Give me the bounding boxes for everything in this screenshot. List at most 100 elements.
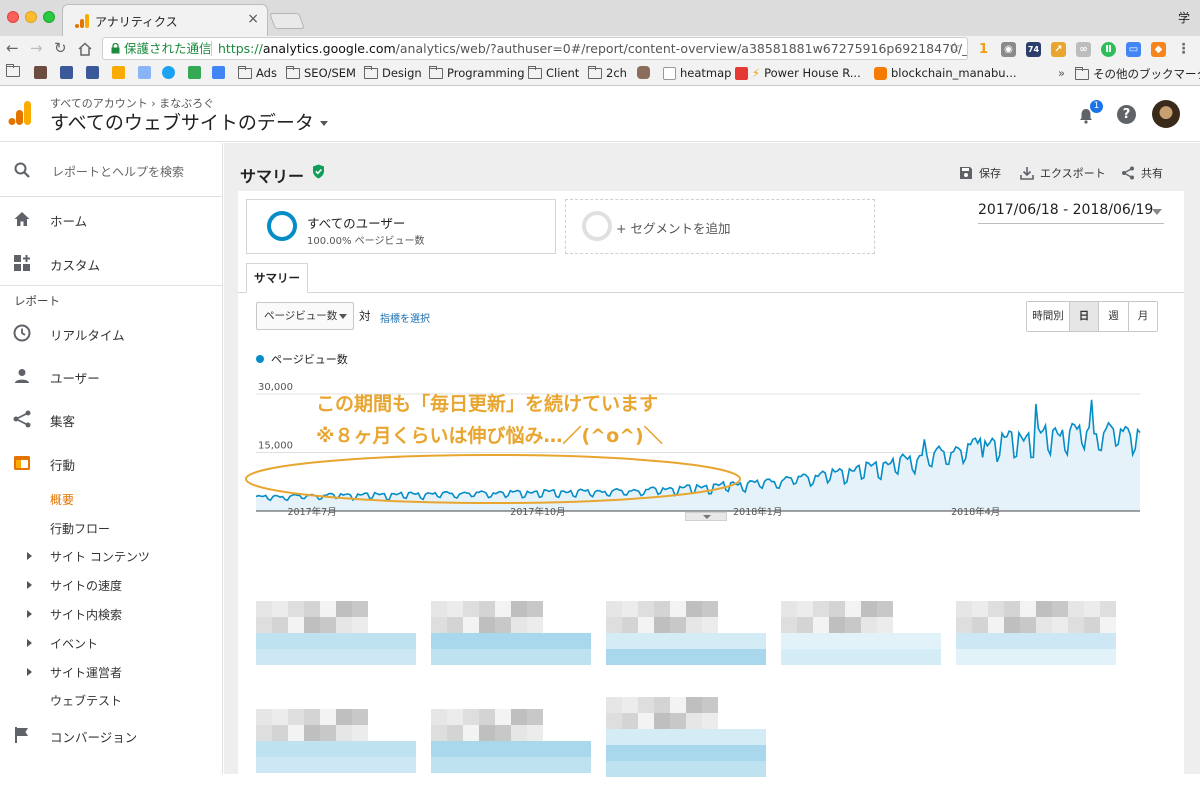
report-title: サマリー (240, 167, 305, 186)
sidebar-subitem-site-search[interactable]: サイト内検索 (50, 606, 122, 623)
sidebar-subitem-publisher[interactable]: サイト運営者 (50, 664, 122, 681)
link-extension-icon[interactable]: ∞ (1076, 41, 1091, 57)
expand-triangle-icon[interactable] (27, 610, 32, 618)
granularity-week[interactable]: 週 (1098, 302, 1128, 331)
segment-all-users[interactable]: すべてのユーザー 100.00% ページビュー数 (246, 199, 556, 254)
bookmark-star-icon[interactable]: ☆ (948, 38, 961, 59)
sidebar-item-audience[interactable]: ユーザー (0, 356, 222, 396)
bookmark-instagram-icon[interactable] (637, 66, 650, 79)
sidebar-search[interactable]: レポートとヘルプを検索 (0, 143, 222, 197)
share-button[interactable]: 共有 (1121, 165, 1163, 181)
bookmark-folder-client[interactable]: Client (528, 65, 579, 80)
blur-pixel (272, 649, 288, 665)
sidebar-item-custom[interactable]: カスタム (0, 243, 222, 283)
forward-arrow-icon[interactable]: → (30, 39, 43, 57)
date-range-picker[interactable]: 2017/06/18 - 2018/06/19 (978, 202, 1164, 224)
blur-pixel (702, 729, 718, 745)
window-extension-icon[interactable]: ▭ (1126, 41, 1141, 57)
bookmark-facebook-icon[interactable] (60, 66, 73, 79)
x-tick-label: 2017年10月 (510, 506, 565, 516)
sidebar-item-behavior[interactable]: 行動 (0, 443, 222, 483)
reload-icon[interactable]: ↻ (54, 39, 67, 57)
blur-pixel (622, 601, 638, 617)
property-name: すべてのウェブサイトのデータ (50, 112, 314, 134)
bookmark-apps-icon[interactable] (6, 64, 20, 77)
pageviews-chart[interactable]: 30,000 15,000 2017年7月 2017年10月 2018年1月 2018年4… (238, 366, 1184, 516)
chart-collapse-handle[interactable] (685, 512, 727, 521)
menu-icon[interactable]: ⋮ (1176, 41, 1191, 57)
help-icon[interactable]: ? (1117, 105, 1136, 124)
close-window-button[interactable] (7, 11, 19, 23)
expand-triangle-icon[interactable] (27, 668, 32, 676)
property-selector[interactable]: すべてのウェブサイトのデータ (50, 108, 328, 135)
back-arrow-icon[interactable]: ← (6, 39, 19, 57)
bookmark-folder-other[interactable]: その他のブックマーク (1075, 66, 1200, 82)
granularity-day[interactable]: 日 (1069, 302, 1098, 331)
bookmark-blockchain[interactable]: blockchain_manabu... (874, 66, 1017, 80)
bookmark-folder-2ch[interactable]: 2ch (588, 65, 627, 80)
blur-pixel (575, 741, 591, 757)
bookmark-powerhouse[interactable]: ⚡ Power House R... (735, 66, 861, 80)
bookmark-folder-design[interactable]: Design (364, 65, 422, 80)
bookmark-folder-programming[interactable]: Programming (429, 65, 525, 80)
bookmark-calendar-icon[interactable] (138, 66, 151, 79)
granularity-hourly[interactable]: 時間別 (1027, 302, 1069, 331)
chart-extension-icon[interactable]: ↗ (1051, 41, 1066, 57)
profile-button[interactable]: 学 (1178, 9, 1190, 26)
blur-pixel (256, 601, 272, 617)
green-extension-icon[interactable]: Ⅱ (1101, 41, 1116, 57)
minimize-window-button[interactable] (25, 11, 37, 23)
metamask-extension-icon[interactable]: ◆ (1151, 41, 1166, 57)
sidebar-subitem-flow[interactable]: 行動フロー (50, 520, 110, 537)
counter-extension-icon[interactable]: 74 (1026, 41, 1041, 57)
blur-pixel (909, 633, 925, 649)
bookmark-drive-icon[interactable] (188, 66, 201, 79)
expand-triangle-icon[interactable] (27, 552, 32, 560)
blur-pixel (288, 757, 304, 773)
blur-pixel (734, 649, 750, 665)
tab-close-icon[interactable]: × (247, 11, 259, 27)
sidebar-subitem-events[interactable]: イベント (50, 635, 98, 652)
bookmark-k-icon[interactable] (34, 66, 47, 79)
sidebar-subitem-site-content[interactable]: サイト コンテンツ (50, 548, 150, 565)
blur-pixel (559, 633, 575, 649)
expand-triangle-icon[interactable] (27, 581, 32, 589)
avatar[interactable] (1152, 100, 1180, 128)
blur-pixel (829, 601, 845, 617)
sidebar-subitem-experiments[interactable]: ウェブテスト (50, 692, 122, 709)
blur-pixel (702, 761, 718, 777)
bookmark-heatmap[interactable]: heatmap (663, 66, 731, 80)
sidebar-item-realtime[interactable]: リアルタイム (0, 313, 222, 353)
sidebar-item-home[interactable]: ホーム (0, 199, 222, 239)
expand-triangle-icon[interactable] (27, 639, 32, 647)
new-tab-button[interactable] (269, 13, 305, 29)
bookmark-analytics-icon[interactable] (112, 66, 125, 79)
blur-pixel (718, 761, 734, 777)
extension-number-icon[interactable]: 1 (976, 42, 991, 57)
bookmark-adwords-icon[interactable] (212, 66, 225, 79)
tab-summary[interactable]: サマリー (246, 263, 308, 293)
blur-pixel (686, 713, 702, 729)
sidebar-subitem-overview[interactable]: 概要 (50, 491, 74, 508)
add-segment-button[interactable]: + セグメントを追加 (565, 199, 875, 254)
legend-label: ページビュー数 (271, 353, 348, 366)
choose-metric-link[interactable]: 指標を選択 (380, 310, 430, 325)
blur-pixel (400, 757, 416, 773)
sidebar-subitem-site-speed[interactable]: サイトの速度 (50, 577, 122, 594)
bookmark-folder-ads[interactable]: Ads (238, 65, 277, 80)
bookmark-folder-seo[interactable]: SEO/SEM (286, 65, 356, 80)
home-icon[interactable] (78, 42, 92, 56)
bookmark-twitter-icon[interactable] (162, 66, 175, 79)
sidebar-item-conversions[interactable]: コンバージョン (0, 715, 222, 755)
export-button[interactable]: エクスポート (1020, 165, 1106, 181)
maximize-window-button[interactable] (43, 11, 55, 23)
bookmark-facebook2-icon[interactable] (86, 66, 99, 79)
more-bookmarks-icon[interactable]: » (1058, 66, 1065, 80)
sidebar-item-acquisition[interactable]: 集客 (0, 399, 222, 439)
browser-tab[interactable]: アナリティクス × (62, 4, 268, 36)
address-bar[interactable]: 保護された通信 https://analytics.google.com/ana… (102, 37, 968, 60)
save-button[interactable]: 保存 (959, 165, 1001, 181)
granularity-month[interactable]: 月 (1128, 302, 1157, 331)
camera-extension-icon[interactable]: ◉ (1001, 41, 1016, 57)
metric-dropdown[interactable]: ページビュー数 (256, 302, 354, 330)
